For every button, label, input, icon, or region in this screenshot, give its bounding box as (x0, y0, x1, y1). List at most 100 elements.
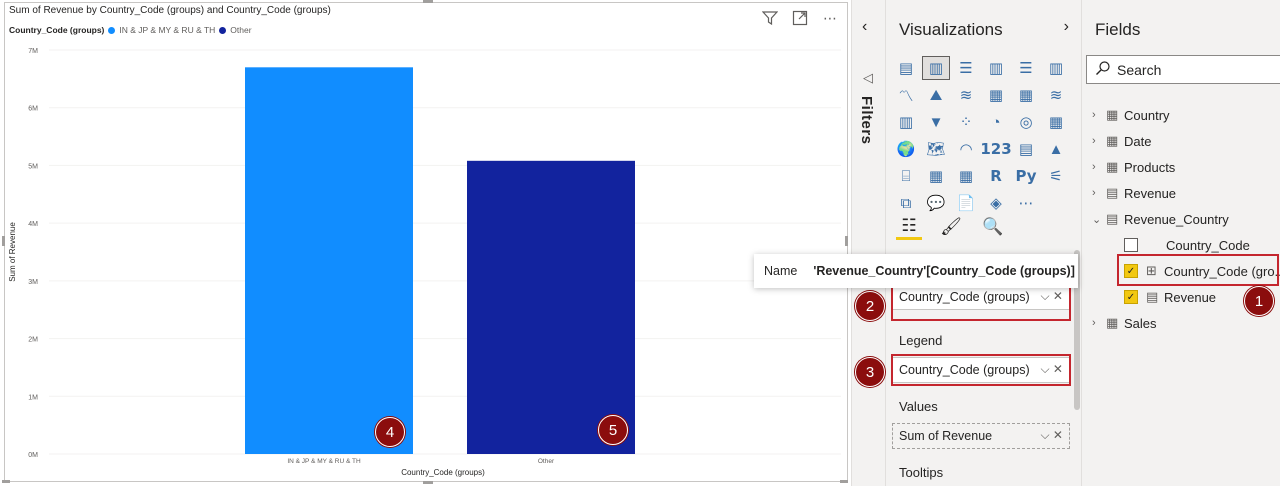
resize-handle-top[interactable] (423, 0, 433, 3)
power-bi-report-editor: Sum of Revenue by Country_Code (groups) … (0, 0, 1280, 486)
scatter-icon[interactable]: ⁘ (952, 110, 980, 134)
table-icon: ▦ (1106, 315, 1119, 330)
resize-handle-corner-bl[interactable] (2, 480, 10, 483)
power-apps-icon[interactable]: ◈ (982, 191, 1010, 215)
chevron-right-icon[interactable]: › (1092, 109, 1106, 121)
bar-2[interactable] (467, 160, 635, 454)
multi-row-card-icon[interactable]: ▤ (1012, 137, 1040, 161)
highlight-box-axis (891, 283, 1071, 321)
values-field-controls[interactable]: ⌵ ✕ (1041, 428, 1064, 443)
waterfall-icon[interactable]: ▥ (892, 110, 920, 134)
table-revenue[interactable]: › ▤ Revenue (1092, 180, 1176, 206)
table-label[interactable]: Products (1124, 160, 1175, 175)
filled-map-icon[interactable]: 🗺 (922, 137, 950, 161)
chevron-left-icon[interactable]: ‹ (862, 18, 867, 36)
pie-icon[interactable]: ◔ (982, 110, 1010, 134)
highlight-box-legend (891, 354, 1071, 386)
format-paint-roller-icon[interactable]: 🖌 (938, 214, 964, 240)
matrix-icon[interactable]: ▦ (952, 164, 980, 188)
clustered-column-visual[interactable]: Sum of Revenue by Country_Code (groups) … (4, 2, 848, 482)
fields-tab-icon[interactable]: ☷ (896, 214, 922, 240)
table-country[interactable]: › ▦ Country (1092, 102, 1170, 128)
values-field-well[interactable]: Sum of Revenue ⌵ ✕ (892, 423, 1070, 449)
values-field-chip[interactable]: Sum of Revenue (899, 429, 992, 443)
100-bar-icon[interactable]: ☰ (1012, 56, 1040, 80)
y-tick-label: 5M (28, 163, 38, 170)
line-column-icon[interactable]: ▦ (982, 83, 1010, 107)
calculated-table-icon: ▤ (1106, 185, 1119, 200)
field-checkbox-checked[interactable]: ✓ (1124, 290, 1138, 304)
callout-badge-3: 3 (855, 357, 885, 387)
stacked-bar-icon[interactable]: ▤ (892, 56, 920, 80)
chevron-right-icon[interactable]: › (1092, 317, 1106, 329)
card-icon[interactable]: 123 (980, 137, 1011, 161)
gauge-icon[interactable]: ◠ (952, 137, 980, 161)
table-date[interactable]: › ▦ Date (1092, 128, 1151, 154)
slicer-icon[interactable]: ⌸ (892, 164, 920, 188)
table-products[interactable]: › ▦ Products (1092, 154, 1175, 180)
field-revenue[interactable]: ✓ ▤ Revenue (1124, 284, 1216, 310)
highlight-box-field (1117, 254, 1279, 286)
qa-icon[interactable]: 💬 (922, 191, 950, 215)
table-revenue-country[interactable]: ⌄ ▤ Revenue_Country (1092, 206, 1229, 232)
line-chart-icon[interactable]: 〽 (892, 83, 920, 107)
table-label[interactable]: Revenue_Country (1124, 212, 1229, 227)
r-visual-icon[interactable]: R (982, 164, 1010, 188)
table-label[interactable]: Sales (1124, 316, 1157, 331)
table-icon[interactable]: ▦ (922, 164, 950, 188)
smart-narrative-icon[interactable]: 📄 (952, 191, 980, 215)
chevron-right-icon[interactable]: › (1064, 18, 1069, 36)
calculated-column-icon: ▤ (1146, 289, 1159, 304)
key-influencers-icon[interactable]: ⚟ (1042, 164, 1070, 188)
chevron-right-icon[interactable]: › (1092, 187, 1106, 199)
100-column-icon[interactable]: ▥ (1042, 56, 1070, 80)
table-icon: ▦ (1106, 133, 1119, 148)
more-icon[interactable]: ⋯ (1012, 191, 1040, 215)
visualizations-pane: Visualizations › ▤ ▥ ☰ ▥ ☰ ▥ 〽 ⛰ ≋ ▦ ▦ ≋ ▥ ▼ ⁘ ◔ ◎ ▦ 🌍 🗺 ◠ 12… (886, 0, 1082, 486)
ribbon-chart-icon[interactable]: ≋ (1042, 83, 1070, 107)
field-label[interactable]: Revenue (1164, 290, 1216, 305)
stacked-area-icon[interactable]: ≋ (952, 83, 980, 107)
field-label[interactable]: Country_Code (1166, 238, 1250, 253)
field-checkbox[interactable] (1124, 238, 1138, 252)
calculated-table-icon: ▤ (1106, 211, 1119, 226)
search-icon (1095, 60, 1111, 79)
map-icon[interactable]: 🌍 (892, 137, 920, 161)
funnel-icon[interactable]: ▼ (922, 110, 950, 134)
chevron-down-icon[interactable]: ⌄ (1092, 213, 1106, 226)
visualizations-title: Visualizations (899, 20, 1003, 39)
clustered-column-icon[interactable]: ▥ (982, 56, 1010, 80)
resize-handle-right[interactable] (845, 236, 848, 246)
kpi-icon[interactable]: ▲ (1042, 137, 1070, 161)
clustered-bar-icon[interactable]: ☰ (952, 56, 980, 80)
chevron-right-icon[interactable]: › (1092, 161, 1106, 173)
fields-search-box[interactable]: Search (1086, 55, 1280, 84)
treemap-icon[interactable]: ▦ (1042, 110, 1070, 134)
resize-handle-corner-br[interactable] (840, 480, 848, 483)
chevron-right-icon[interactable]: › (1092, 135, 1106, 147)
table-label[interactable]: Revenue (1124, 186, 1176, 201)
x-tick-label: IN & JP & MY & RU & TH (287, 458, 361, 465)
filters-pane[interactable]: ‹ ◁ Filters (852, 0, 886, 486)
decomposition-tree-icon[interactable]: ⧉ (892, 191, 920, 215)
report-canvas: Sum of Revenue by Country_Code (groups) … (0, 0, 852, 486)
line-clustered-icon[interactable]: ▦ (1012, 83, 1040, 107)
callout-badge-5: 5 (598, 415, 628, 445)
analytics-magnifier-icon[interactable]: 🔍 (980, 214, 1006, 240)
bar-1[interactable] (245, 67, 413, 455)
filters-label[interactable]: Filters (858, 96, 875, 145)
resize-handle-left[interactable] (2, 236, 5, 246)
donut-icon[interactable]: ◎ (1012, 110, 1040, 134)
values-well-label: Values (899, 399, 938, 414)
table-label[interactable]: Date (1124, 134, 1151, 149)
resize-handle-bottom[interactable] (423, 481, 433, 484)
table-sales[interactable]: › ▦ Sales (1092, 310, 1157, 336)
area-chart-icon[interactable]: ⛰ (922, 83, 950, 107)
python-visual-icon[interactable]: Py (1012, 164, 1040, 188)
y-tick-label: 4M (28, 221, 38, 228)
y-axis-title: Sum of Revenue (8, 222, 17, 282)
fields-title: Fields (1095, 20, 1141, 39)
stacked-column-icon[interactable]: ▥ (922, 56, 950, 80)
table-label[interactable]: Country (1124, 108, 1170, 123)
y-tick-label: 0M (28, 452, 38, 459)
